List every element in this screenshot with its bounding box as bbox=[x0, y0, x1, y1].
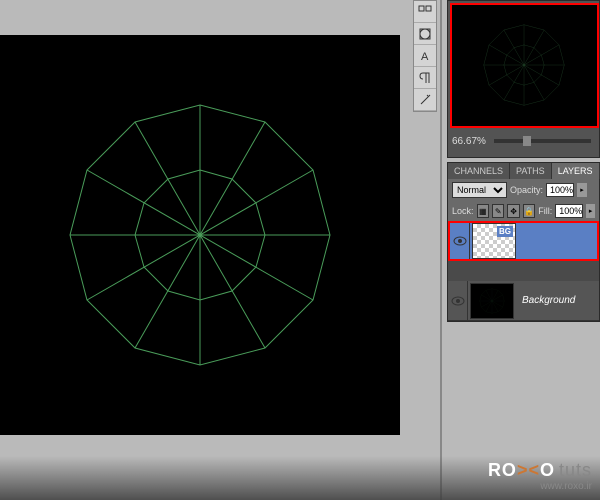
fill-input[interactable] bbox=[555, 204, 583, 218]
opacity-label: Opacity: bbox=[510, 185, 543, 195]
watermark-brand: RO><Otuts bbox=[488, 460, 592, 481]
layer-thumb-badge: BG bbox=[497, 226, 513, 237]
navigator-zoom-value[interactable]: 66.67% bbox=[452, 136, 490, 147]
tab-layers[interactable]: LAYERS bbox=[552, 163, 600, 179]
lock-pixels-icon[interactable]: ✎ bbox=[492, 204, 504, 218]
panel-divider bbox=[440, 0, 442, 500]
layers-panel: CHANNELS PATHS LAYERS Normal Opacity: ▸ … bbox=[447, 162, 600, 322]
watermark-url: www.roxo.ir bbox=[540, 481, 592, 492]
tool-text-icon[interactable]: A bbox=[414, 45, 436, 67]
layer-thumbnail[interactable] bbox=[470, 283, 514, 319]
lock-transparency-icon[interactable]: ▦ bbox=[477, 204, 489, 218]
tool-wand-icon[interactable] bbox=[414, 89, 436, 111]
layer-thumbnail[interactable]: BG bbox=[472, 223, 516, 259]
layer-list: BG BG Background bbox=[448, 221, 599, 321]
fill-dropdown-icon[interactable]: ▸ bbox=[586, 204, 595, 218]
layer-spacer bbox=[448, 261, 599, 281]
document-canvas[interactable] bbox=[0, 35, 400, 435]
tab-paths[interactable]: PATHS bbox=[510, 163, 552, 179]
layer-row[interactable]: Background bbox=[448, 281, 599, 321]
tool-mask-icon[interactable] bbox=[414, 23, 436, 45]
layer-row[interactable]: BG BG bbox=[448, 221, 599, 261]
watermark: RO><Otuts www.roxo.ir bbox=[488, 452, 592, 500]
tab-channels[interactable]: CHANNELS bbox=[448, 163, 510, 179]
lock-label: Lock: bbox=[452, 206, 474, 216]
opacity-input[interactable] bbox=[546, 183, 574, 197]
svg-text:A: A bbox=[421, 51, 429, 63]
tool-paragraph-icon[interactable] bbox=[414, 67, 436, 89]
navigator-zoom-slider[interactable] bbox=[494, 139, 591, 143]
navigator-panel: 66.67% bbox=[447, 0, 600, 158]
visibility-toggle[interactable] bbox=[448, 281, 468, 320]
layer-name[interactable]: Background bbox=[516, 295, 575, 306]
tool-arrange-icon[interactable] bbox=[414, 1, 436, 23]
opacity-dropdown-icon[interactable]: ▸ bbox=[577, 183, 587, 197]
lock-position-icon[interactable]: ✥ bbox=[507, 204, 519, 218]
navigator-preview[interactable] bbox=[450, 3, 599, 128]
visibility-toggle[interactable] bbox=[450, 223, 470, 259]
slider-thumb[interactable] bbox=[523, 136, 531, 146]
fill-label: Fill: bbox=[538, 206, 552, 216]
lock-all-icon[interactable]: 🔒 bbox=[523, 204, 535, 218]
vertical-toolstrip: A bbox=[413, 0, 437, 112]
blend-mode-select[interactable]: Normal bbox=[452, 182, 507, 198]
